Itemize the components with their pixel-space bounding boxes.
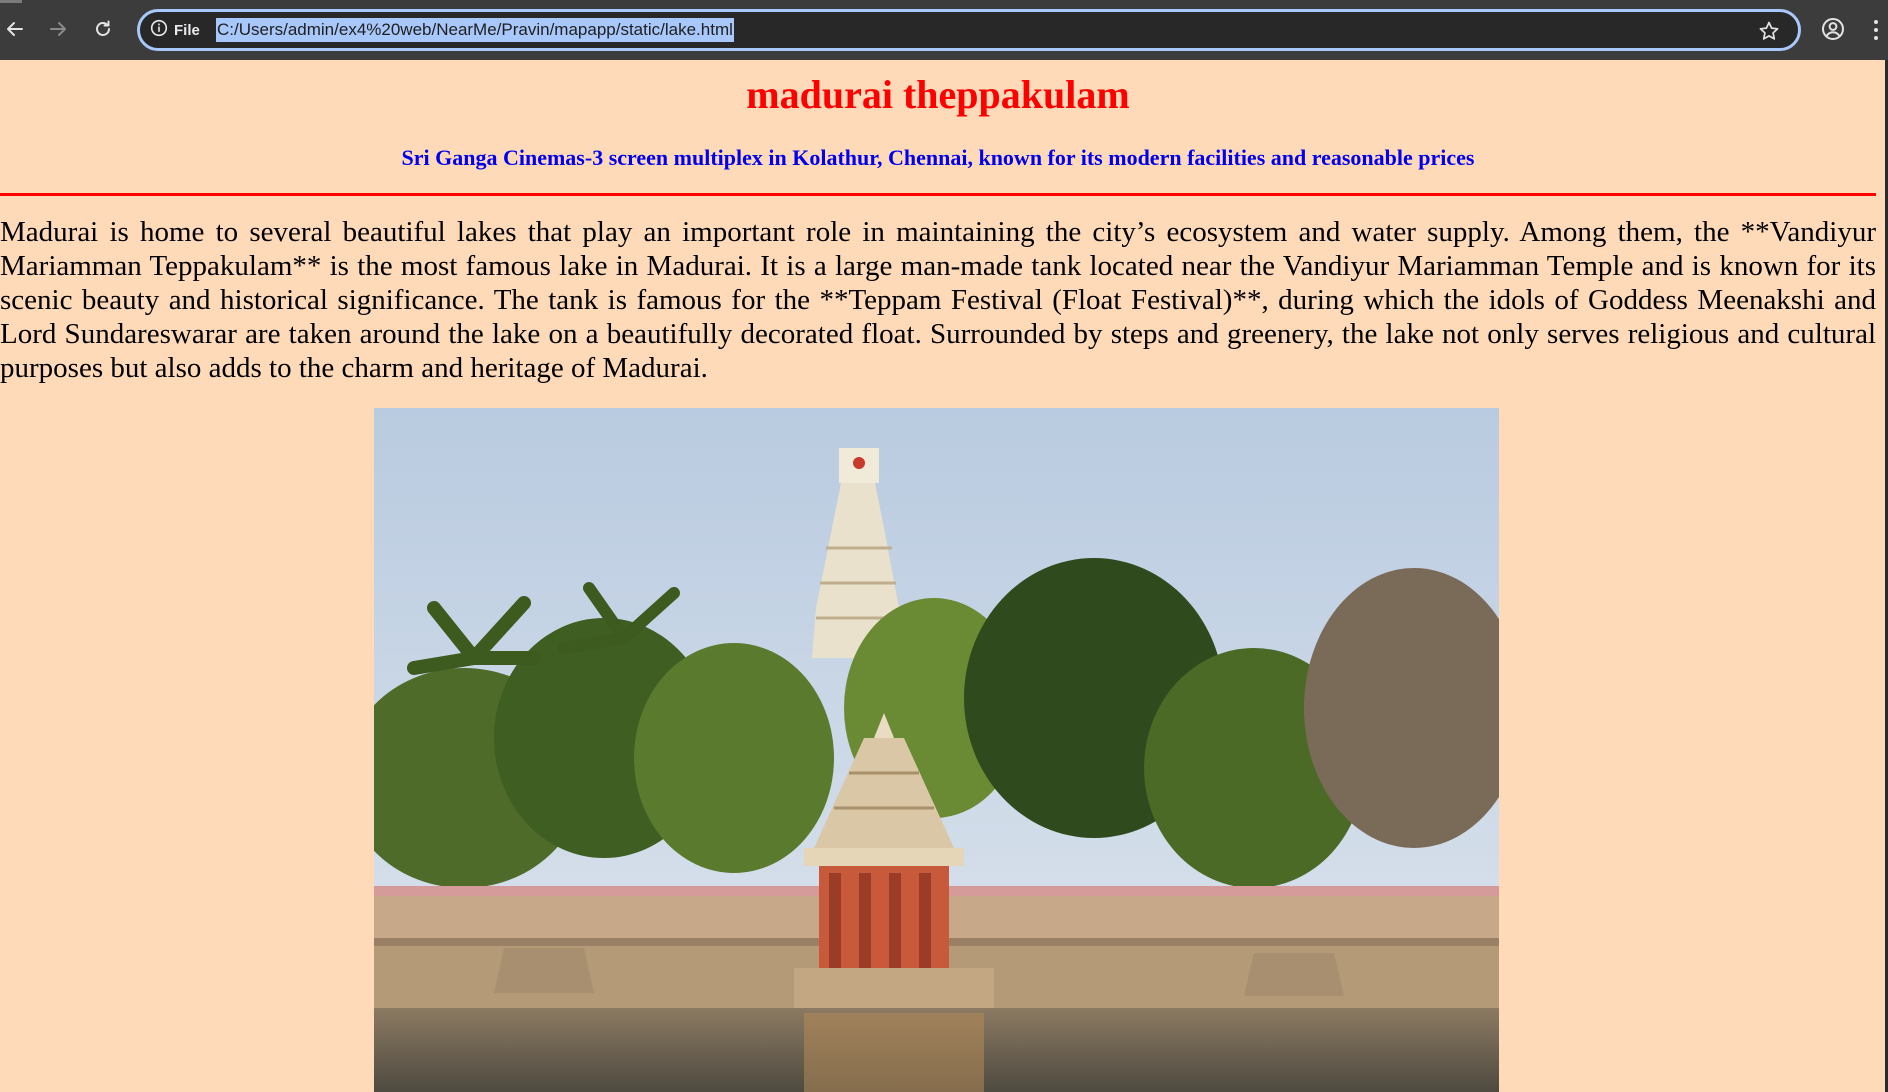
star-icon[interactable]: [1758, 20, 1780, 42]
reload-button[interactable]: [88, 14, 118, 44]
lake-description: Madurai is home to several beautiful lak…: [0, 216, 1876, 384]
browser-toolbar: File C:/Users/admin/ex4%20web/NearMe/Pra…: [0, 0, 1888, 60]
page-subtitle: Sri Ganga Cinemas-3 screen multiplex in …: [401, 145, 1475, 170]
profile-icon[interactable]: [1820, 16, 1846, 42]
kebab-menu-icon[interactable]: [1870, 17, 1882, 43]
forward-arrow-icon: [48, 19, 68, 39]
horizontal-rule: [0, 193, 1876, 196]
url-text[interactable]: C:/Users/admin/ex4%20web/NearMe/Pravin/m…: [216, 18, 734, 42]
site-info-label: File: [174, 21, 200, 39]
forward-button[interactable]: [43, 14, 73, 44]
back-button[interactable]: [0, 14, 30, 44]
web-page: madurai theppakulam Sri Ganga Cinemas-3 …: [0, 60, 1888, 1092]
back-arrow-icon: [5, 19, 25, 39]
site-info-chip[interactable]: File: [150, 19, 200, 41]
lake-temple-photo: [374, 408, 1499, 1092]
info-icon: [150, 19, 168, 42]
address-bar[interactable]: File C:/Users/admin/ex4%20web/NearMe/Pra…: [137, 9, 1801, 51]
reload-icon: [93, 19, 113, 39]
page-title: madurai theppakulam: [746, 72, 1130, 117]
tab-strip-edge: [0, 0, 22, 3]
